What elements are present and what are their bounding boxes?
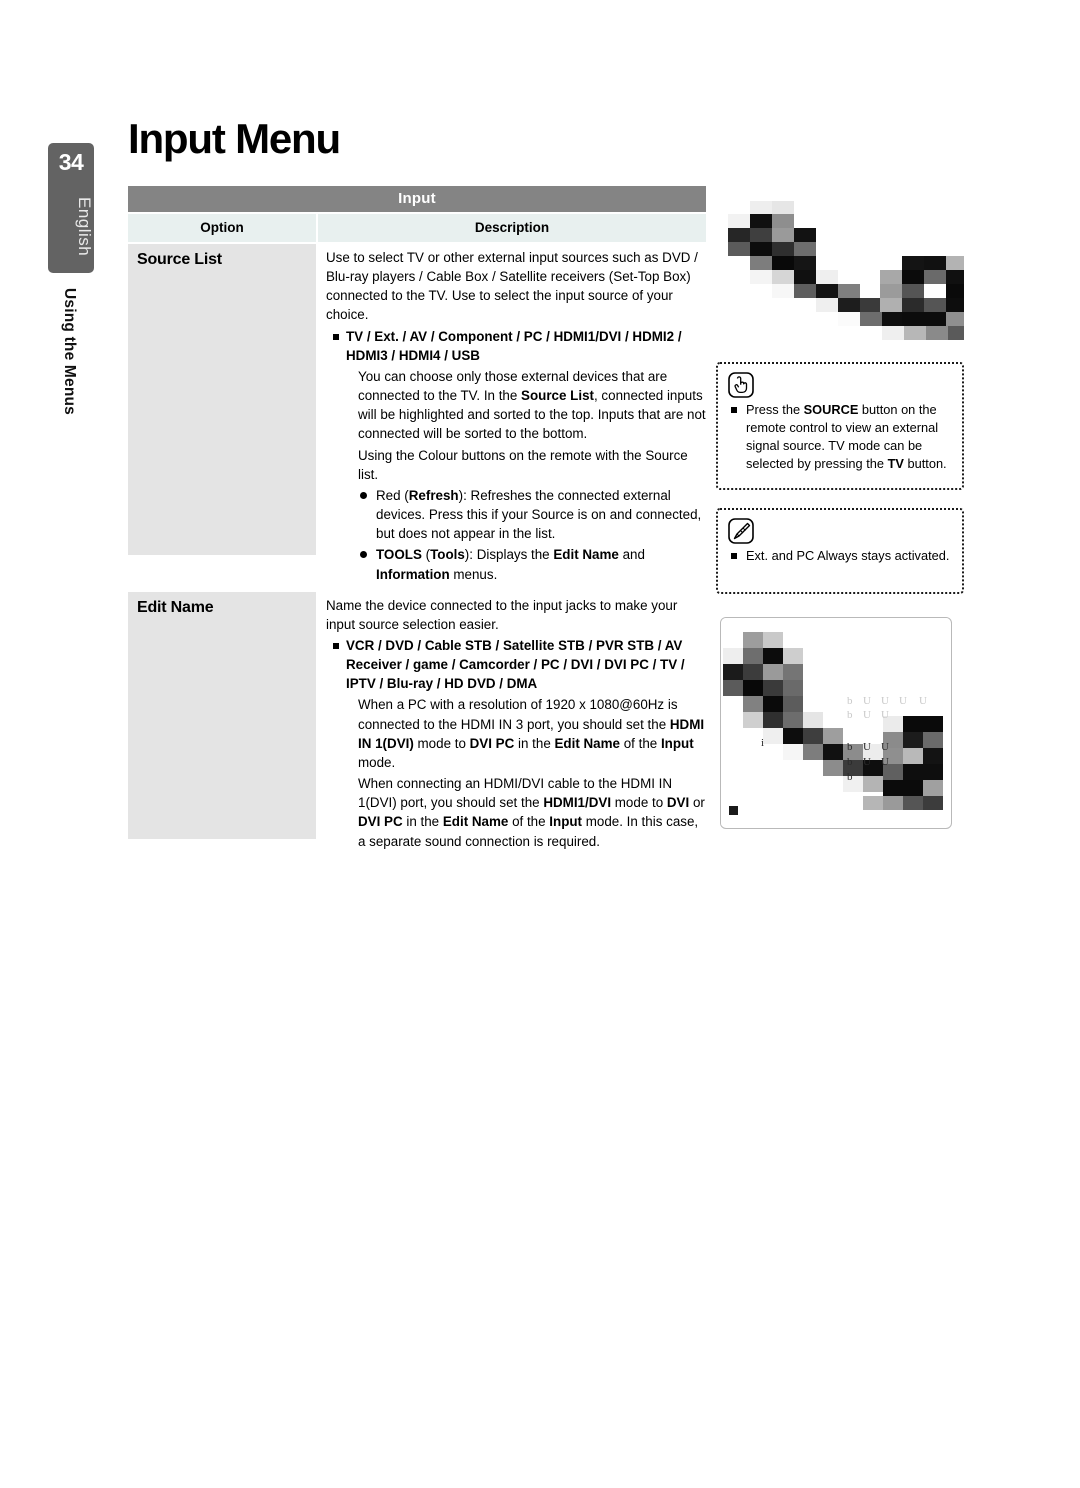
pencil-note-icon	[728, 518, 754, 544]
text-fragment: mode to	[611, 795, 667, 811]
text-fragment: (	[421, 547, 431, 563]
note-box-ext-pc: Ext. and PC Always stays activated.	[716, 508, 964, 594]
text-bold-input: Input	[549, 814, 583, 830]
input-menu-table: Input Option Description Source List Use…	[128, 186, 706, 857]
svg-text:U: U	[881, 709, 889, 721]
text-fragment: or	[689, 795, 705, 811]
text-bold-tools-paren: Tools	[430, 547, 465, 563]
note-box-source-button: Press the SOURCE button on the remote co…	[716, 362, 964, 490]
description-edit-name: Name the device connected to the input j…	[318, 592, 706, 857]
pixelated-image-top	[716, 196, 964, 341]
svg-text:b: b	[847, 695, 853, 707]
svg-text:U: U	[881, 741, 889, 753]
page-number: 34	[58, 149, 84, 175]
text-bold-tools: TOOLS	[376, 547, 422, 563]
text-fragment: of the	[619, 735, 661, 751]
table-title: Input	[128, 186, 706, 212]
bullet-tools: TOOLS (Tools): Displays the Edit Name an…	[326, 545, 706, 583]
paragraph-intro: Name the device connected to the input j…	[326, 597, 678, 632]
text-fragment: and	[618, 547, 645, 563]
text-bold-edit-name: Edit Name	[554, 735, 620, 751]
text-fragment: mode.	[358, 754, 396, 770]
table-row: Edit Name Name the device connected to t…	[128, 591, 706, 857]
svg-text:U: U	[863, 695, 871, 707]
text-fragment: of the	[508, 814, 550, 830]
column-header-option: Option	[128, 214, 316, 242]
page-number-tab: 34 English	[48, 143, 94, 273]
pixelated-image-bottom: bUUUU bUU bUU bUU b i	[721, 618, 949, 826]
bullet-input-sources: TV / Ext. / AV / Component / PC / HDMI1/…	[326, 327, 706, 365]
text-bold-dvi: DVI	[666, 795, 690, 811]
table-header-row: Option Description	[128, 214, 706, 242]
svg-text:b: b	[847, 771, 853, 783]
text-bold-input: Input	[660, 735, 694, 751]
text-fragment: button.	[903, 456, 947, 472]
paragraph-pc-resolution: When a PC with a resolution of 1920 x 10…	[326, 695, 706, 772]
text-bold-source: SOURCE	[803, 402, 859, 417]
hand-press-icon	[728, 372, 754, 398]
osd-screenshot-top	[716, 196, 964, 341]
text-fragment: in the	[514, 735, 555, 751]
text-bold-dvi-pc: DVI PC	[358, 814, 403, 830]
text-fragment: menus.	[449, 566, 498, 582]
text-bold-tv: TV	[887, 456, 904, 472]
bullet-red-refresh: Red (Refresh): Refreshes the connected e…	[326, 486, 706, 543]
table-row: Source List Use to select TV or other ex…	[128, 244, 706, 590]
note-text-source-button: Press the SOURCE button on the remote co…	[728, 401, 952, 474]
option-name-edit-name: Edit Name	[128, 591, 316, 839]
text-fragment: in the	[402, 814, 443, 830]
text-bold-refresh: Refresh	[408, 487, 459, 503]
text-fragment: When a PC with a resolution of 1920 x 10…	[358, 697, 678, 732]
text-bold-edit-name: Edit Name	[553, 547, 619, 563]
text-bold-edit-name: Edit Name	[442, 814, 509, 830]
text-bold-information: Information	[376, 566, 450, 582]
svg-text:U: U	[863, 756, 871, 768]
paragraph-colour-buttons: Using the Colour buttons on the remote w…	[358, 447, 688, 482]
svg-text:U: U	[881, 695, 889, 707]
page-title: Input Menu	[128, 115, 341, 162]
note-text-ext-pc: Ext. and PC Always stays activated.	[728, 547, 952, 565]
section-label: Using the Menus	[61, 288, 78, 416]
description-source-list: Use to select TV or other external input…	[318, 244, 706, 590]
paragraph-intro: Use to select TV or other external input…	[326, 250, 698, 323]
svg-text:U: U	[863, 709, 871, 721]
osd-screenshot-bottom: bUUUU bUU bUU bUU b i	[720, 617, 952, 829]
svg-text:b: b	[847, 709, 853, 721]
bullet-device-names: VCR / DVD / Cable STB / Satellite STB / …	[326, 636, 706, 693]
text-fragment: ): Displays the	[464, 547, 554, 563]
svg-text:i: i	[761, 737, 764, 749]
page-language-label: English	[75, 197, 94, 257]
column-header-description: Description	[318, 214, 706, 242]
text-bold-dvi-pc: DVI PC	[469, 735, 515, 751]
text-fragment: Red (	[376, 487, 409, 503]
table-body: Source List Use to select TV or other ex…	[128, 244, 706, 857]
text-bold-source-list: Source List	[521, 388, 594, 404]
text-fragment: Press the	[746, 402, 804, 417]
svg-text:U: U	[899, 695, 907, 707]
svg-text:U: U	[863, 741, 871, 753]
svg-text:U: U	[919, 695, 927, 707]
text-bold-hdmi1-dvi: HDMI1/DVI	[543, 795, 612, 811]
paragraph-hdmi-dvi-cable: When connecting an HDMI/DVI cable to the…	[326, 774, 706, 851]
svg-text:b: b	[847, 756, 853, 768]
option-name-source-list: Source List	[128, 244, 316, 555]
svg-text:U: U	[881, 756, 889, 768]
text-fragment: mode to	[413, 735, 470, 751]
paragraph-source-list-behaviour: You can choose only those external devic…	[326, 367, 706, 444]
svg-text:b: b	[847, 741, 853, 753]
